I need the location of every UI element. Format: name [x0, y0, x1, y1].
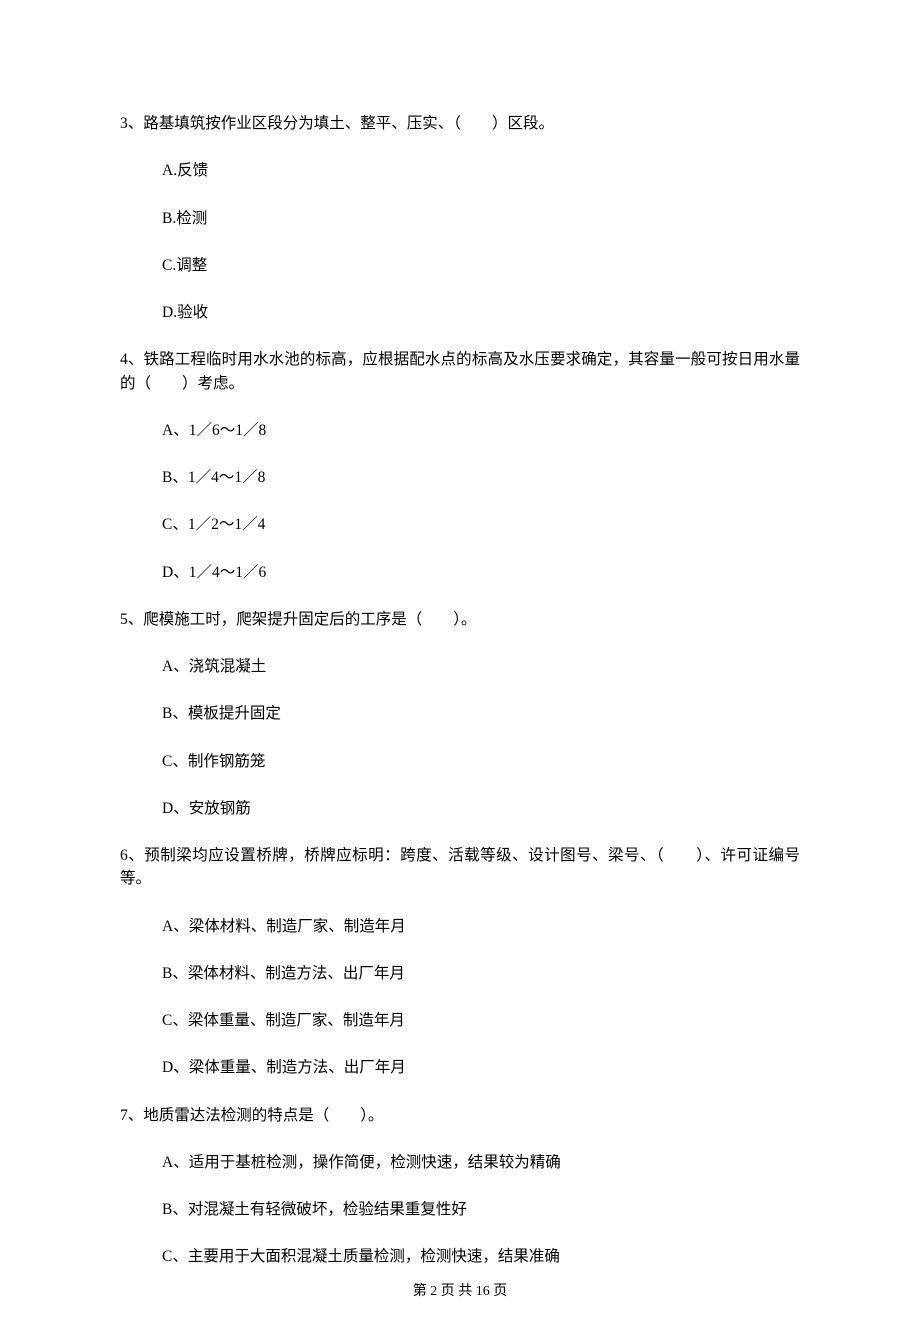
question-3-stem: 3、路基填筑按作业区段分为填土、整平、压实、（ ）区段。: [120, 112, 800, 135]
question-6-option-a: A、梁体材料、制造厂家、制造年月: [162, 915, 800, 938]
question-5-option-c: C、制作钢筋笼: [162, 750, 800, 773]
question-7-option-b: B、对混凝土有轻微破坏，检验结果重复性好: [162, 1198, 800, 1221]
question-4-option-b: B、1／4～1／8: [162, 466, 800, 489]
question-4-option-d: D、1／4～1／6: [162, 561, 800, 584]
question-4-option-a: A、1／6～1／8: [162, 419, 800, 442]
question-3-option-b: B.检测: [162, 207, 800, 230]
question-5-option-d: D、安放钢筋: [162, 797, 800, 820]
question-4-option-c: C、1／2～1／4: [162, 513, 800, 536]
question-7-option-a: A、适用于基桩检测，操作简便，检测快速，结果较为精确: [162, 1151, 800, 1174]
question-3-option-d: D.验收: [162, 301, 800, 324]
question-5-option-b: B、模板提升固定: [162, 702, 800, 725]
question-6-option-d: D、梁体重量、制造方法、出厂年月: [162, 1056, 800, 1079]
document-page: 3、路基填筑按作业区段分为填土、整平、压实、（ ）区段。 A.反馈 B.检测 C…: [0, 0, 920, 1342]
question-5-stem: 5、爬模施工时，爬架提升固定后的工序是（ ）。: [120, 608, 800, 631]
question-6-option-c: C、梁体重量、制造厂家、制造年月: [162, 1009, 800, 1032]
question-6-option-b: B、梁体材料、制造方法、出厂年月: [162, 962, 800, 985]
question-7-option-c: C、主要用于大面积混凝土质量检测，检测快速，结果准确: [162, 1245, 800, 1268]
question-3-option-a: A.反馈: [162, 159, 800, 182]
question-6-stem: 6、预制梁均应设置桥牌，桥牌应标明：跨度、活载等级、设计图号、梁号、（ ）、许可…: [120, 844, 800, 891]
question-3-option-c: C.调整: [162, 254, 800, 277]
question-4-stem: 4、铁路工程临时用水水池的标高，应根据配水点的标高及水压要求确定，其容量一般可按…: [120, 348, 800, 395]
page-footer: 第 2 页 共 16 页: [120, 1281, 800, 1302]
question-5-option-a: A、浇筑混凝土: [162, 655, 800, 678]
question-7-stem: 7、地质雷达法检测的特点是（ ）。: [120, 1104, 800, 1127]
